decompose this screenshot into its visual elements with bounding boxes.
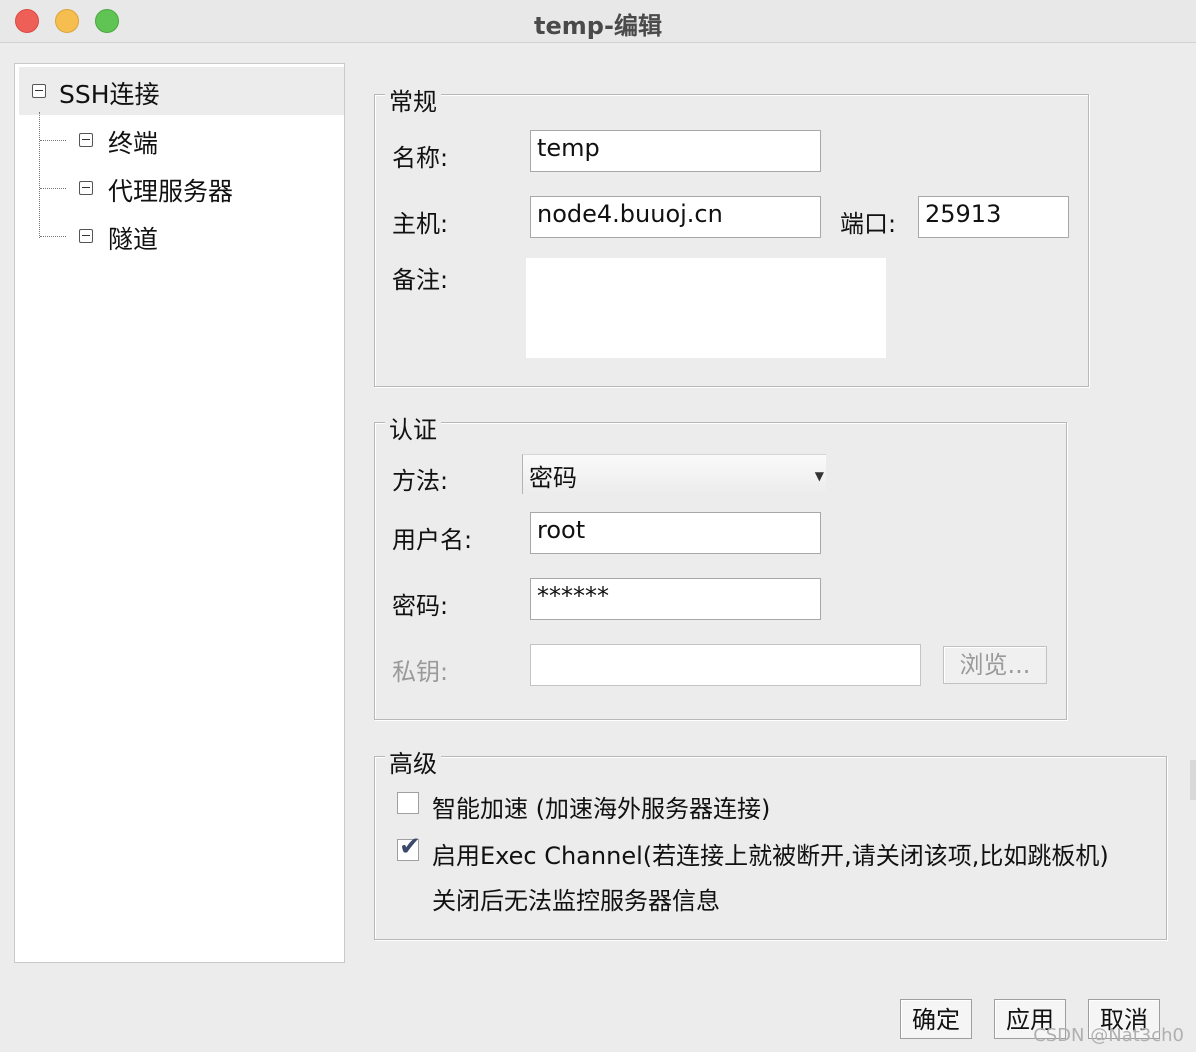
exec-channel-note: 关闭后无法监控服务器信息 [432, 887, 720, 915]
method-selected-value: 密码 [529, 464, 577, 492]
method-select[interactable]: 密码 ▼ [522, 454, 826, 494]
host-input[interactable]: node4.buuoj.cn [530, 196, 821, 238]
name-input[interactable]: temp [530, 130, 821, 172]
collapse-icon [79, 133, 93, 147]
browse-button[interactable]: 浏览... [943, 646, 1047, 684]
checkmark-icon: ✔ [399, 832, 421, 862]
tree-item-proxy[interactable]: 代理服务器 [70, 164, 330, 212]
window-title: temp-编辑 [534, 12, 662, 40]
collapse-icon [79, 181, 93, 195]
exec-channel-checkbox[interactable]: ✔ [397, 832, 421, 862]
tree-item-tunnel[interactable]: 隧道 [70, 212, 330, 260]
chevron-down-icon: ▼ [814, 469, 824, 483]
note-textarea[interactable] [526, 258, 886, 358]
tree-item-terminal[interactable]: 终端 [70, 116, 330, 164]
title-bar: temp-编辑 [0, 0, 1196, 43]
general-legend: 常规 [385, 82, 441, 117]
tree-item-label: 终端 [108, 129, 159, 158]
tree-item-ssh[interactable]: SSH连接 [19, 67, 344, 115]
username-label: 用户名: [392, 526, 473, 554]
smart-accel-checkbox[interactable] [397, 792, 419, 814]
private-key-input[interactable] [530, 644, 921, 686]
collapse-icon [79, 229, 93, 243]
tree-item-label: 隧道 [108, 225, 159, 254]
settings-tree: SSH连接 终端 代理服务器 隧道 [14, 63, 345, 963]
tree-connector [40, 188, 66, 189]
window-edge [1190, 760, 1196, 800]
username-input[interactable]: root [530, 512, 821, 554]
tree-item-label: 代理服务器 [108, 177, 234, 206]
tree-connector [40, 140, 66, 141]
password-input[interactable]: ****** [530, 578, 821, 620]
auth-legend: 认证 [385, 410, 441, 445]
ok-button[interactable]: 确定 [900, 999, 972, 1039]
exec-channel-label: 启用Exec Channel(若连接上就被断开,请关闭该项,比如跳板机) [432, 842, 1109, 870]
watermark: CSDN @Nat3ch0 [1033, 1025, 1184, 1046]
private-key-label: 私钥: [392, 658, 449, 686]
note-label: 备注: [392, 266, 449, 294]
port-label: 端口: [840, 210, 897, 238]
tree-item-label: SSH连接 [59, 80, 160, 109]
port-input[interactable]: 25913 [918, 196, 1069, 238]
host-label: 主机: [392, 210, 449, 238]
collapse-icon[interactable] [32, 84, 46, 98]
name-label: 名称: [392, 144, 449, 172]
tree-connector-line [39, 112, 40, 238]
smart-accel-label: 智能加速 (加速海外服务器连接) [432, 795, 771, 823]
tree-connector [40, 236, 66, 237]
password-label: 密码: [392, 592, 449, 620]
advanced-legend: 高级 [385, 744, 441, 779]
method-label: 方法: [392, 467, 449, 495]
